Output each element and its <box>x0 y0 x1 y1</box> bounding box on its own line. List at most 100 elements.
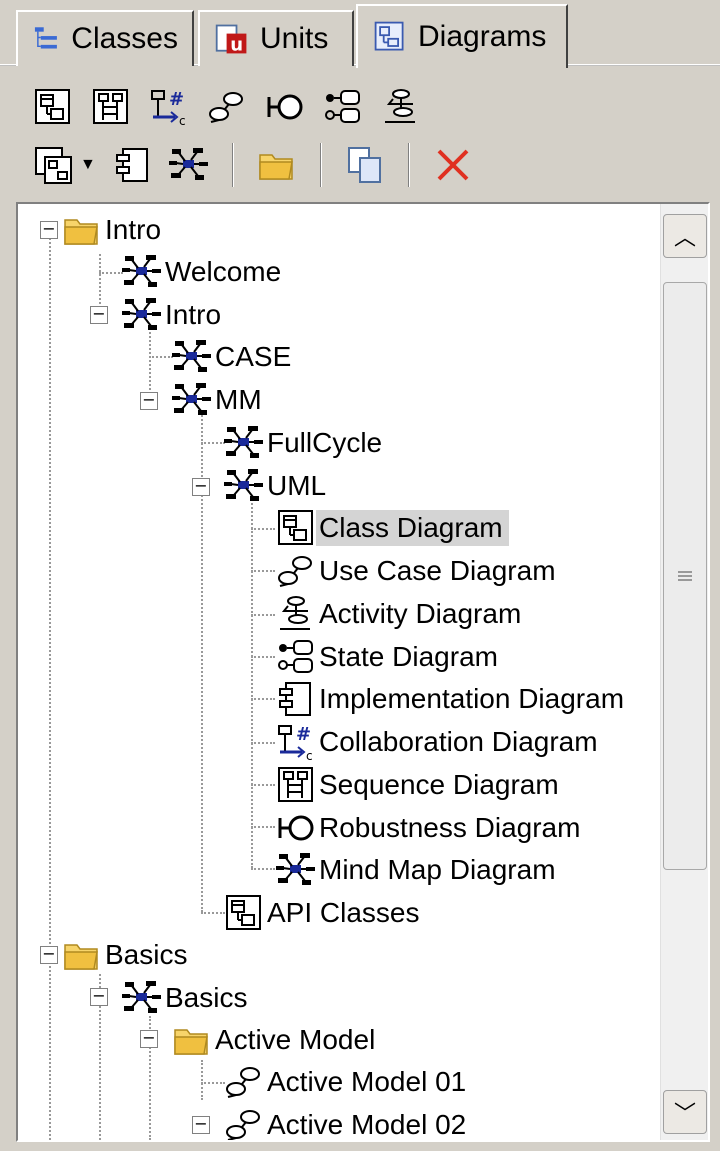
scrollbar-thumb[interactable] <box>663 282 707 870</box>
use-case-diagram-icon <box>276 551 316 591</box>
tree-node-label: FullCycle <box>267 427 383 458</box>
new-class-diagram-icon <box>33 87 73 127</box>
mind-map-icon <box>122 978 162 1018</box>
new-mind-map-diagram-button[interactable] <box>166 142 212 188</box>
tree-line <box>201 1060 203 1100</box>
new-activity-diagram-icon <box>381 87 421 127</box>
delete-icon <box>433 145 473 185</box>
tree-node-state-diagram[interactable]: State Diagram <box>276 637 504 677</box>
diagrams-icon <box>372 19 408 55</box>
folder-icon <box>62 935 102 975</box>
tree-node-label: Implementation Diagram <box>319 683 625 714</box>
collapse-toggle[interactable]: − <box>192 1116 210 1134</box>
grip-icon <box>678 571 692 581</box>
tree-node-intro-folder[interactable]: Intro <box>62 210 167 250</box>
new-diagram-dropdown-icon <box>33 145 73 185</box>
new-robustness-diagram-button[interactable] <box>262 84 308 130</box>
toolbar: ▼ <box>0 70 720 200</box>
collapse-toggle[interactable]: − <box>40 221 58 239</box>
tree-line <box>149 356 173 358</box>
robustness-diagram-icon <box>276 808 316 848</box>
collapse-toggle[interactable]: − <box>140 392 158 410</box>
tree-node-active-model-folder[interactable]: Active Model <box>172 1020 381 1060</box>
tree-node-label: Collaboration Diagram <box>319 726 598 757</box>
tree-node-mind-map-diagram[interactable]: Mind Map Diagram <box>276 850 562 890</box>
tree-line <box>201 912 225 914</box>
tree-node-uml[interactable]: UML <box>224 466 332 506</box>
tree-line <box>251 698 275 700</box>
new-sequence-diagram-button[interactable] <box>88 84 134 130</box>
chevron-up-icon: ︿ <box>673 225 696 250</box>
use-case-diagram-icon <box>224 1105 264 1142</box>
tree-line <box>99 254 101 308</box>
new-use-case-diagram-button[interactable] <box>204 84 250 130</box>
collapse-toggle[interactable]: − <box>90 988 108 1006</box>
tab-classes[interactable]: Classes <box>16 10 194 66</box>
scroll-up-button[interactable]: ︿ <box>663 214 707 258</box>
diagram-tree[interactable]: − − − − − − − − Intro Welcome Intro CASE… <box>16 202 710 1142</box>
folder-icon <box>172 1020 212 1060</box>
chevron-down-icon[interactable]: ▼ <box>80 156 96 174</box>
collapse-toggle[interactable]: − <box>140 1030 158 1048</box>
tree-line <box>49 234 51 1140</box>
tree-node-fullcycle[interactable]: FullCycle <box>224 423 388 463</box>
tab-units[interactable]: Units <box>198 10 354 66</box>
new-implementation-diagram-button[interactable] <box>110 142 156 188</box>
tree-node-mm[interactable]: MM <box>172 380 268 420</box>
tree-node-class-diagram[interactable]: Class Diagram <box>276 508 509 548</box>
tree-line <box>251 868 275 870</box>
tree-node-label: Active Model 01 <box>267 1066 467 1097</box>
tree-node-label: Robustness Diagram <box>319 812 581 843</box>
implementation-diagram-icon <box>276 679 316 719</box>
new-state-diagram-button[interactable] <box>320 84 366 130</box>
new-collaboration-diagram-button[interactable] <box>146 84 192 130</box>
vertical-scrollbar[interactable]: ︿ ﹀ <box>660 204 708 1140</box>
collapse-toggle[interactable]: − <box>192 478 210 496</box>
tree-node-label: Sequence Diagram <box>319 769 559 800</box>
new-activity-diagram-button[interactable] <box>378 84 424 130</box>
collaboration-diagram-icon <box>276 722 316 762</box>
delete-button[interactable] <box>430 142 476 188</box>
tree-node-label: Activity Diagram <box>319 598 522 629</box>
tree-node-implementation-diagram[interactable]: Implementation Diagram <box>276 679 630 719</box>
new-mind-map-diagram-icon <box>169 145 209 185</box>
new-folder-icon <box>257 145 297 185</box>
tab-diagrams[interactable]: Diagrams <box>356 4 568 68</box>
tree-node-label: Use Case Diagram <box>319 555 556 586</box>
tree-node-activity-diagram[interactable]: Activity Diagram <box>276 594 527 634</box>
state-diagram-icon <box>276 637 316 677</box>
new-folder-button[interactable] <box>254 142 300 188</box>
tree-content: − − − − − − − − Intro Welcome Intro CASE… <box>18 204 658 1140</box>
tree-node-label: Intro <box>165 299 222 330</box>
tree-node-api-classes[interactable]: API Classes <box>224 893 426 933</box>
tree-node-basics[interactable]: Basics <box>122 978 253 1018</box>
tree-node-active-model-02[interactable]: Active Model 02 <box>224 1105 472 1142</box>
tree-node-sequence-diagram[interactable]: Sequence Diagram <box>276 765 565 805</box>
collapse-toggle[interactable]: − <box>90 306 108 324</box>
new-robustness-diagram-icon <box>265 87 305 127</box>
tree-line <box>251 496 253 868</box>
copy-button[interactable] <box>342 142 388 188</box>
tree-node-case[interactable]: CASE <box>172 337 297 377</box>
tree-node-intro[interactable]: Intro <box>122 295 227 335</box>
collapse-toggle[interactable]: − <box>40 946 58 964</box>
tree-node-label: Basics <box>105 939 188 970</box>
tree-node-label: Class Diagram <box>316 510 509 546</box>
scroll-down-button[interactable]: ﹀ <box>663 1090 707 1134</box>
tree-node-active-model-01[interactable]: Active Model 01 <box>224 1062 472 1102</box>
new-diagram-button[interactable] <box>30 142 76 188</box>
tree-node-collaboration-diagram[interactable]: Collaboration Diagram <box>276 722 604 762</box>
activity-diagram-icon <box>276 594 316 634</box>
tree-line <box>251 570 275 572</box>
tree-node-basics-folder[interactable]: Basics <box>62 935 193 975</box>
new-use-case-diagram-icon <box>207 87 247 127</box>
tree-node-use-case-diagram[interactable]: Use Case Diagram <box>276 551 562 591</box>
class-diagram-icon <box>276 508 316 548</box>
copy-icon <box>345 145 385 185</box>
chevron-down-icon: ﹀ <box>673 1101 696 1126</box>
tree-node-label: Welcome <box>165 256 282 287</box>
tree-node-robustness-diagram[interactable]: Robustness Diagram <box>276 808 586 848</box>
tree-node-welcome[interactable]: Welcome <box>122 252 287 292</box>
new-class-diagram-button[interactable] <box>30 84 76 130</box>
mind-map-icon <box>172 337 212 377</box>
